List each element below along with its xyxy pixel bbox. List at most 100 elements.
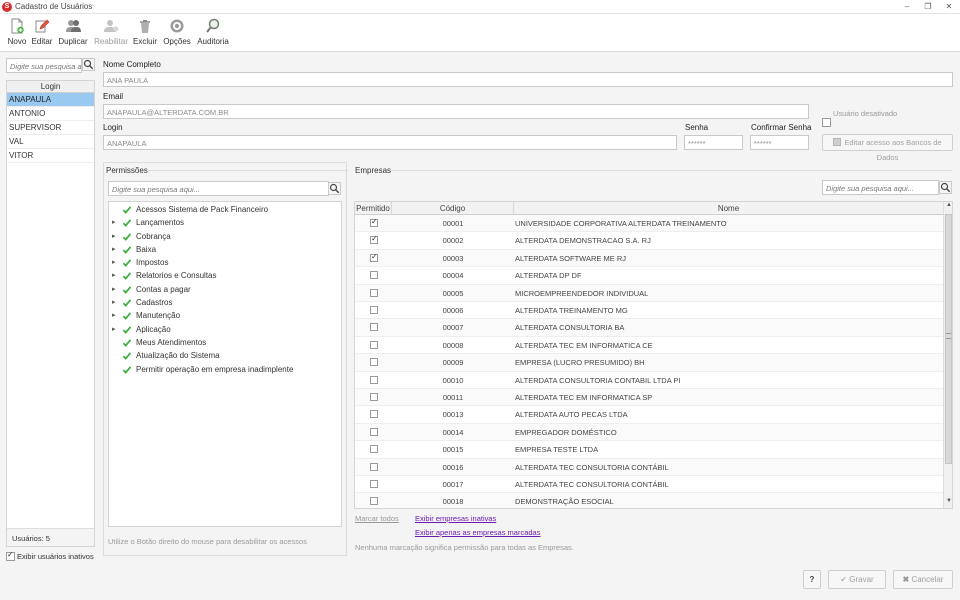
permissions-search-input[interactable]: Digite sua pesquisa aqui... [108,181,329,196]
company-row[interactable]: 00003 ALTERDATA SOFTWARE ME RJ [355,249,943,268]
company-row[interactable]: 00009 EMPRESA (LUCRO PRESUMIDO) BH [355,354,943,372]
user-search-input[interactable]: Digite sua pesquisa aqui... [6,58,82,73]
expand-arrow-icon[interactable]: ▸ [112,323,116,336]
user-search-button[interactable] [82,58,95,73]
company-permitted-checkbox[interactable] [370,340,378,349]
permission-item[interactable]: Acessos Sistema de Pack Financeiro [109,203,341,216]
company-permitted-checkbox[interactable] [370,393,378,401]
company-permitted-checkbox[interactable] [370,288,378,297]
company-permitted-checkbox[interactable] [370,306,378,314]
permission-item[interactable]: ▸ Aplicação [109,323,341,336]
company-permitted-checkbox[interactable] [370,271,378,280]
user-list-item[interactable]: VITOR [7,149,94,163]
user-disabled-checkbox[interactable] [822,118,831,127]
company-permitted-checkbox[interactable] [370,410,378,419]
expand-arrow-icon[interactable]: ▸ [112,216,116,229]
close-button[interactable]: ✕ [942,1,956,13]
company-row[interactable]: 00011 ALTERDATA TEC EM INFORMATICA SP [355,389,943,407]
expand-arrow-icon[interactable]: ▸ [112,296,116,309]
permission-item[interactable]: Atualização do Sistema [109,349,341,362]
permission-item[interactable]: ▸ Contas a pagar [109,283,341,296]
company-row[interactable]: 00014 EMPREGADOR DOMÉSTICO [355,423,943,442]
login-column-header[interactable]: Login [7,81,94,93]
editar-button[interactable]: Editar [25,18,59,50]
company-permitted-checkbox[interactable] [370,234,378,245]
company-name: ALTERDATA SOFTWARE ME RJ [515,253,626,263]
company-permitted-checkbox[interactable] [370,217,378,227]
minimize-button[interactable]: – [900,1,914,13]
companies-search-button[interactable] [939,181,952,196]
permission-item[interactable]: Permitir operação em empresa inadimplent… [109,363,341,376]
nome-column-header[interactable]: Nome [514,202,943,215]
login-field[interactable]: ANAPAULA [103,135,677,150]
permission-item[interactable]: ▸ Cadastros [109,296,341,309]
permission-item[interactable]: Meus Atendimentos [109,336,341,349]
permission-item[interactable]: ▸ Baixa [109,243,341,256]
company-permitted-checkbox[interactable] [370,497,378,506]
company-permitted-checkbox[interactable] [370,462,378,471]
scroll-down-arrow-icon[interactable]: ▼ [945,498,952,508]
company-row[interactable]: 00015 EMPRESA TESTE LTDA [355,441,943,459]
restore-button[interactable]: ❐ [921,1,935,13]
user-list-item[interactable]: SUPERVISOR [7,121,94,135]
company-row[interactable]: 00016 ALTERDATA TEC CONSULTORIA CONTÁBIL [355,458,943,476]
scroll-thumb[interactable] [945,214,952,464]
nome-field[interactable]: ANA PAULA [103,72,953,87]
companies-search-input[interactable]: Digite sua pesquisa aqui... [822,180,939,195]
user-list-item[interactable]: VAL [7,135,94,149]
company-row[interactable]: 00004 ALTERDATA DP DF [355,267,943,285]
permitido-column-header[interactable]: Permitido [355,202,392,215]
company-row[interactable]: 00002 ALTERDATA DEMONSTRACAO S.A. RJ [355,232,943,250]
permission-item[interactable]: ▸ Manutenção [109,309,341,322]
company-row[interactable]: 00013 ALTERDATA AUTO PECAS LTDA [355,406,943,424]
user-list-item[interactable]: ANTONIO [7,107,94,121]
reabilitar-button[interactable]: Reabilitar [94,18,128,50]
email-field[interactable]: ANAPAULA@ALTERDATA.COM.BR [103,104,809,119]
company-row[interactable]: 00017 ALTERDATA TEC CONSULTORIA CONTÁBIL [355,476,943,494]
opcoes-button[interactable]: Opções [160,18,194,50]
company-row[interactable]: 00007 ALTERDATA CONSULTORIA BA [355,319,943,337]
company-row[interactable]: 00005 MICROEMPREENDEDOR INDIVIDUAL [355,284,943,302]
permission-item[interactable]: ▸ Cobrança [109,230,341,243]
help-button[interactable]: ? [803,570,821,589]
company-permitted-checkbox[interactable] [370,375,378,384]
scroll-up-arrow-icon[interactable]: ▲ [945,202,952,212]
permission-item[interactable]: ▸ Impostos [109,256,341,269]
permissions-search-button[interactable] [328,182,341,197]
duplicar-button[interactable]: Duplicar [56,18,90,50]
company-permitted-checkbox[interactable] [370,323,378,332]
show-inactive-users-checkbox[interactable] [6,550,15,561]
company-row[interactable]: 00010 ALTERDATA CONSULTORIA CONTABIL LTDA… [355,372,943,389]
company-row[interactable]: 00018 DEMONSTRAÇÃO ESOCIAL [355,493,943,508]
cancelar-button[interactable]: ✖ Cancelar [893,570,953,589]
excluir-button[interactable]: Excluir [128,18,162,50]
confirmar-senha-field[interactable]: ****** [750,135,809,150]
expand-arrow-icon[interactable]: ▸ [112,283,116,296]
expand-arrow-icon[interactable]: ▸ [112,269,116,282]
company-permitted-checkbox[interactable] [370,445,378,454]
company-permitted-checkbox[interactable] [370,480,378,488]
expand-arrow-icon[interactable]: ▸ [112,256,116,269]
expand-arrow-icon[interactable]: ▸ [112,230,116,243]
senha-field[interactable]: ****** [684,135,743,150]
codigo-column-header[interactable]: Código [392,202,514,215]
gravar-button[interactable]: ✔ Gravar [828,570,886,589]
permission-item[interactable]: ▸ Relatorios e Consultas [109,269,341,282]
show-inactive-companies-link[interactable]: Exibir empresas inativas [415,514,496,523]
company-row[interactable]: 00001 UNIVERSIDADE CORPORATIVA ALTERDATA … [355,215,943,233]
edit-database-access-button[interactable]: Editar acesso aos Bancos de Dados [822,134,953,162]
auditoria-button[interactable]: Auditoria [196,18,230,50]
company-permitted-checkbox[interactable] [370,358,378,367]
expand-arrow-icon[interactable]: ▸ [112,309,116,322]
permission-item[interactable]: ▸ Lançamentos [109,216,341,229]
show-marked-companies-link[interactable]: Exibir apenas as empresas marcadas [415,528,540,537]
permission-label: Baixa [136,244,157,254]
company-row[interactable]: 00006 ALTERDATA TREINAMENTO MG [355,302,943,320]
company-permitted-checkbox[interactable] [370,427,378,436]
mark-all-link[interactable]: Marcar todos [355,514,399,523]
company-permitted-checkbox[interactable] [370,252,378,262]
company-row[interactable]: 00008 ALTERDATA TEC EM INFORMATICA CE [355,337,943,355]
companies-scrollbar[interactable]: ▲ ▼ [943,202,952,508]
user-list-item[interactable]: ANAPAULA [7,93,94,107]
expand-arrow-icon[interactable]: ▸ [112,243,116,256]
